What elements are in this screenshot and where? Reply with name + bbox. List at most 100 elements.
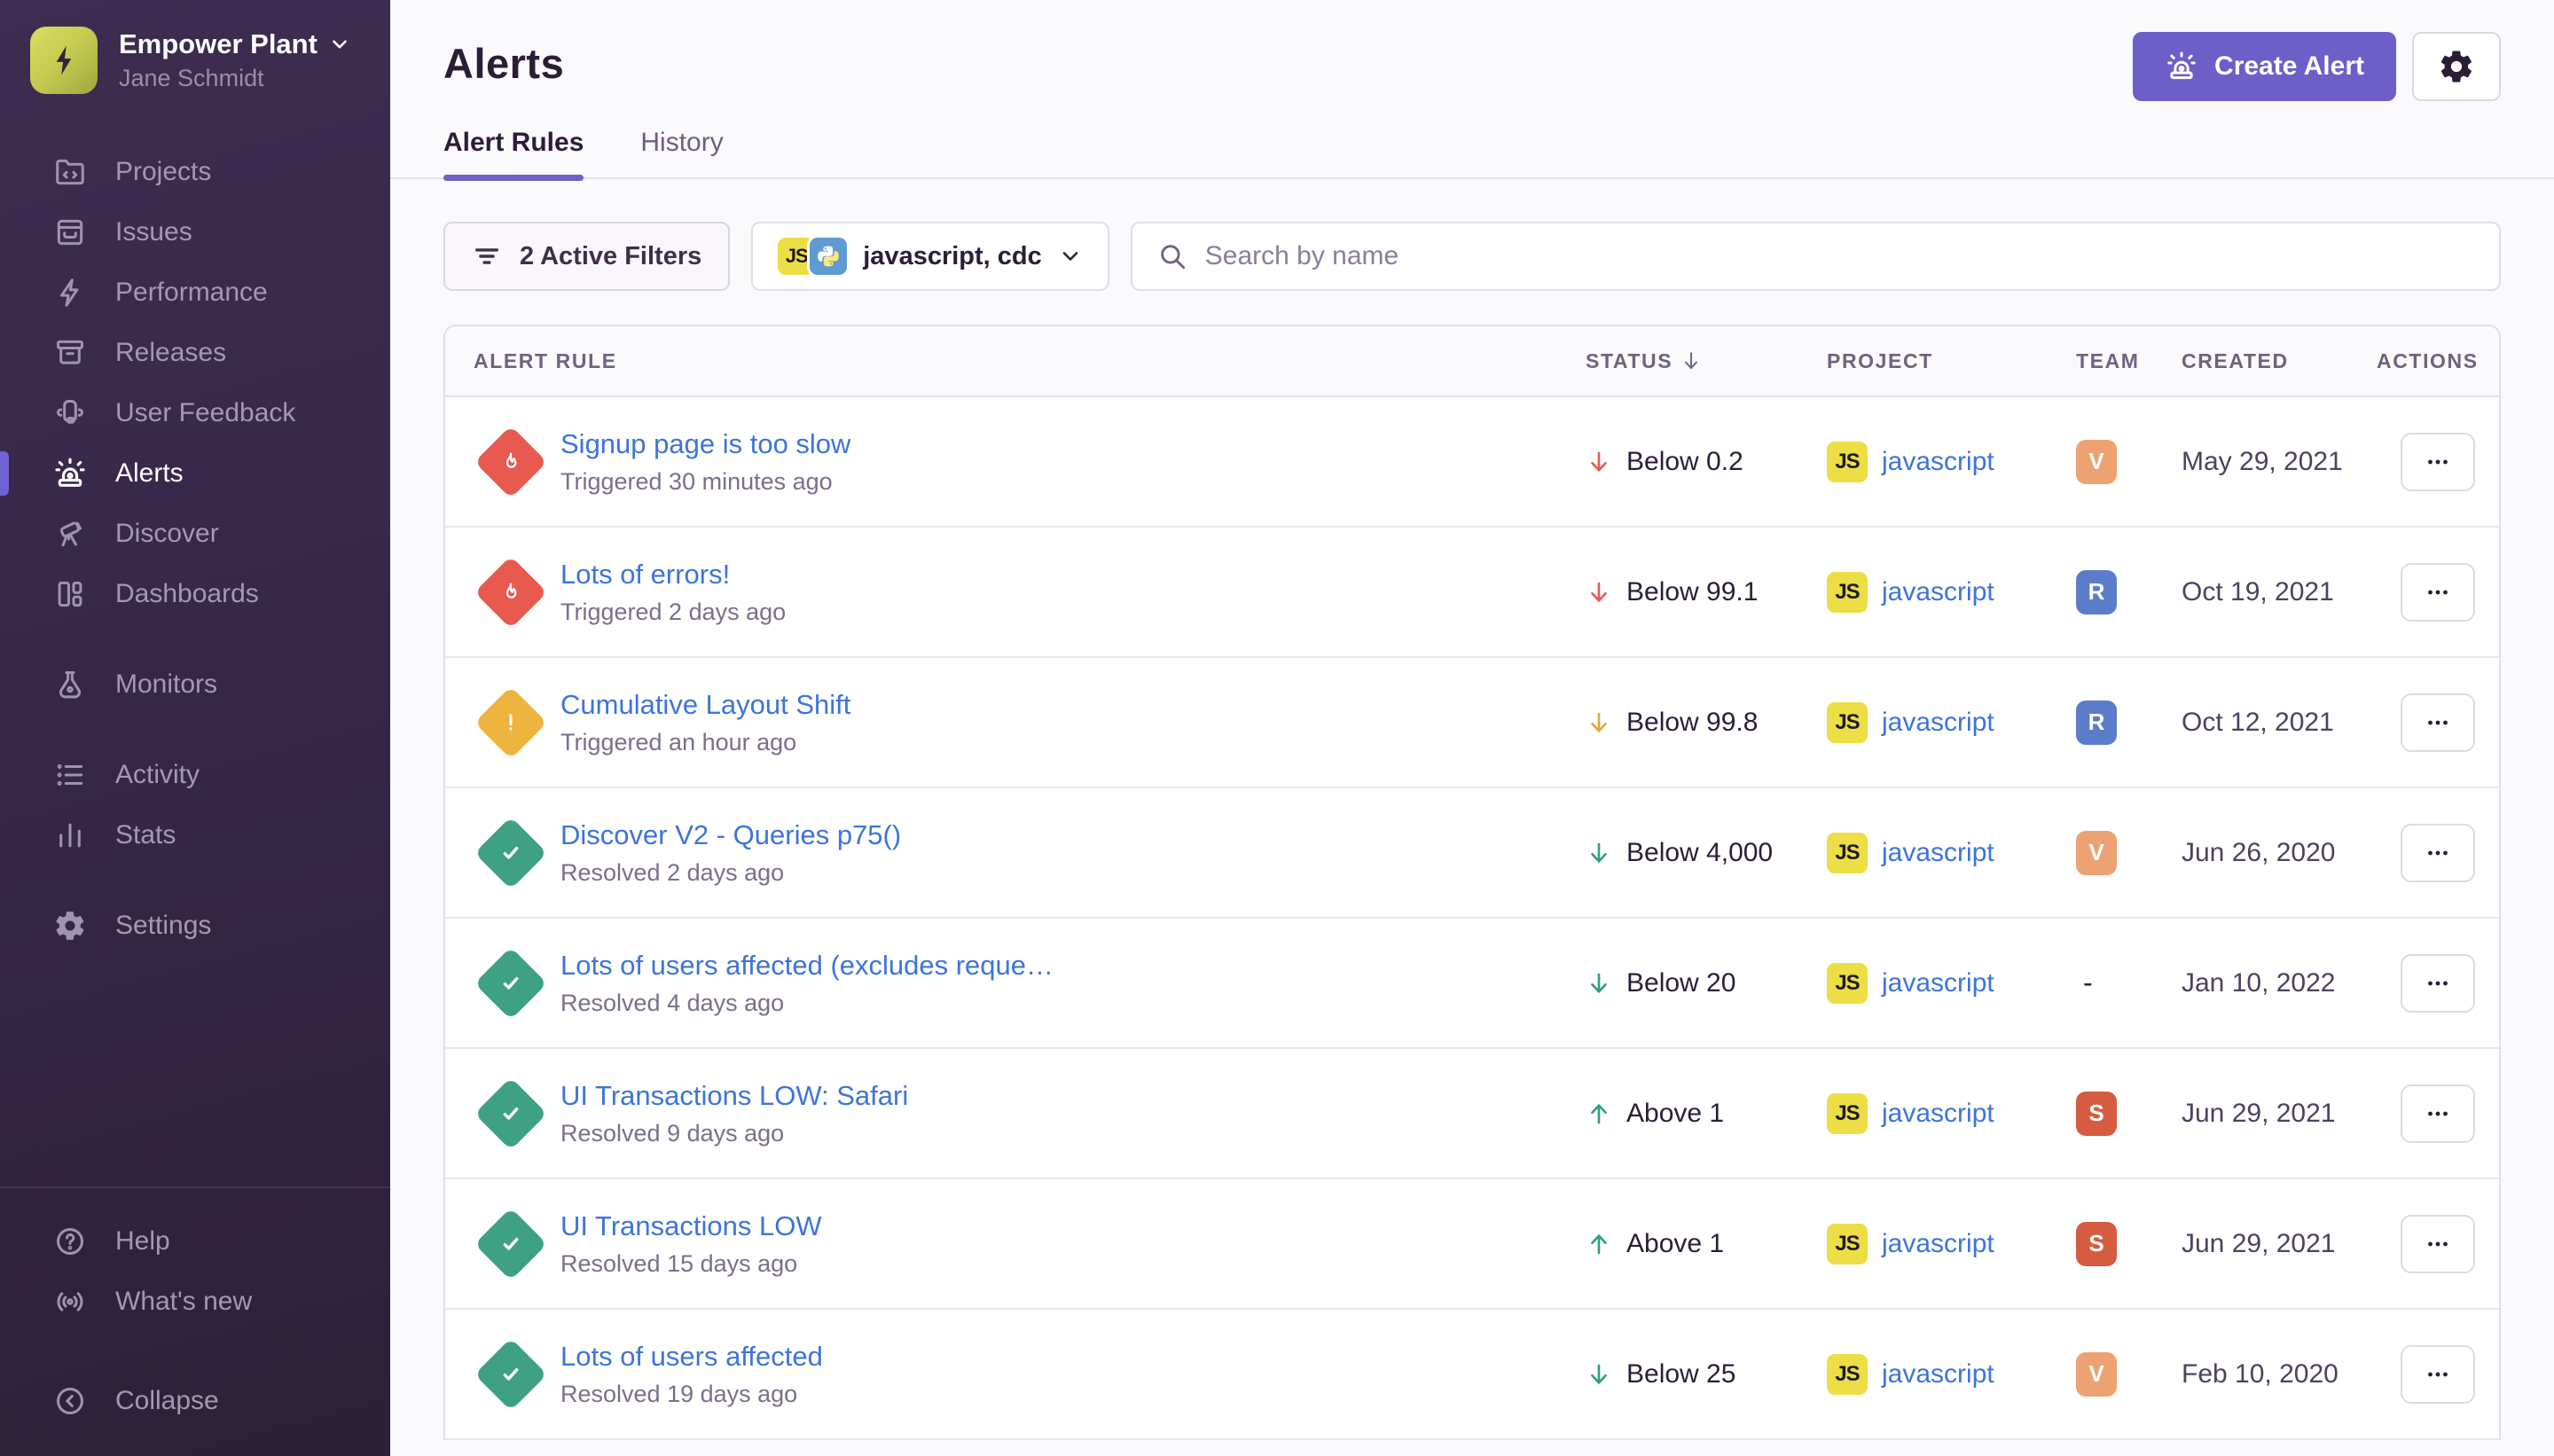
col-project[interactable]: PROJECT xyxy=(1827,349,2076,373)
project-link[interactable]: javascript xyxy=(1882,708,1994,738)
active-filters-button[interactable]: 2 Active Filters xyxy=(443,222,730,291)
project-link[interactable]: javascript xyxy=(1882,1229,1994,1259)
sidebar-item-user-feedback[interactable]: User Feedback xyxy=(0,383,390,443)
col-created[interactable]: CREATED xyxy=(2182,349,2377,373)
table-row: UI Transactions LOW Resolved 15 days ago… xyxy=(445,1179,2499,1310)
page-title: Alerts xyxy=(443,39,564,88)
created-date: Jun 29, 2021 xyxy=(2182,1099,2377,1129)
alert-rule-link[interactable]: Signup page is too slow xyxy=(560,428,850,460)
alert-rule-link[interactable]: UI Transactions LOW: Safari xyxy=(560,1080,908,1112)
sidebar-item-stats[interactable]: Stats xyxy=(0,805,390,865)
alert-rule-detail: Resolved 9 days ago xyxy=(560,1120,908,1147)
status-value: Below 25 xyxy=(1626,1359,1735,1389)
chevron-down-icon xyxy=(1058,244,1083,269)
col-team[interactable]: TEAM xyxy=(2076,349,2182,373)
ellipsis-icon xyxy=(2423,577,2453,607)
sidebar-item-performance[interactable]: Performance xyxy=(0,262,390,323)
col-status[interactable]: STATUS xyxy=(1586,349,1827,373)
project-selector[interactable]: JS javascript, cdc xyxy=(751,222,1109,291)
table-row: Lots of users affected (excludes reque… … xyxy=(445,919,2499,1049)
status-value: Below 99.1 xyxy=(1626,577,1758,607)
table-row: Lots of errors! Triggered 2 days ago Bel… xyxy=(445,528,2499,658)
ellipsis-icon xyxy=(2423,1359,2453,1389)
sidebar-item-label: Issues xyxy=(115,217,192,247)
chevron-down-icon xyxy=(328,33,351,56)
team-avatar-badge: R xyxy=(2076,701,2117,745)
stats-icon xyxy=(51,817,89,854)
created-date: Jun 26, 2020 xyxy=(2182,838,2377,868)
tab-alert-rules[interactable]: Alert Rules xyxy=(443,128,584,177)
row-actions-button[interactable] xyxy=(2401,563,2475,622)
sidebar-item-label: Activity xyxy=(115,760,200,790)
sidebar-item-label: What's new xyxy=(115,1287,252,1317)
settings-gear-button[interactable] xyxy=(2412,32,2501,101)
row-actions-button[interactable] xyxy=(2401,824,2475,882)
status-cell: Above 1 xyxy=(1586,1226,1827,1262)
status-cell: Below 20 xyxy=(1586,966,1827,1001)
team-cell: V xyxy=(2076,1352,2182,1397)
sidebar-item-activity[interactable]: Activity xyxy=(0,745,390,805)
project-cell: JS javascript xyxy=(1827,702,2076,743)
active-indicator-bar xyxy=(0,451,9,496)
sidebar-item-help[interactable]: Help xyxy=(0,1211,390,1272)
row-actions-button[interactable] xyxy=(2401,1345,2475,1404)
resolved-diamond-icon xyxy=(474,1076,547,1149)
org-name: Empower Plant xyxy=(119,27,317,62)
alert-rule-detail: Triggered an hour ago xyxy=(560,729,850,756)
sidebar-item-monitors[interactable]: Monitors xyxy=(0,654,390,715)
no-team-dash: - xyxy=(2076,967,2093,998)
project-link[interactable]: javascript xyxy=(1882,838,1994,868)
status-value: Below 99.8 xyxy=(1626,708,1758,738)
project-link[interactable]: javascript xyxy=(1882,447,1994,477)
sidebar-item-issues[interactable]: Issues xyxy=(0,202,390,262)
arrow-down-icon xyxy=(1586,1357,1612,1392)
project-link[interactable]: javascript xyxy=(1882,1099,1994,1129)
col-actions: ACTIONS xyxy=(2377,349,2499,373)
project-cell: JS javascript xyxy=(1827,1354,2076,1395)
row-actions-button[interactable] xyxy=(2401,433,2475,491)
ellipsis-icon xyxy=(2423,708,2453,738)
ellipsis-icon xyxy=(2423,447,2453,477)
alert-rule-link[interactable]: UI Transactions LOW xyxy=(560,1210,822,1242)
row-actions-button[interactable] xyxy=(2401,954,2475,1013)
project-cell: JS javascript xyxy=(1827,833,2076,873)
project-link[interactable]: javascript xyxy=(1882,577,1994,607)
sidebar-item-projects[interactable]: Projects xyxy=(0,142,390,202)
create-alert-button[interactable]: Create Alert xyxy=(2133,32,2396,101)
col-alert-rule[interactable]: ALERT RULE xyxy=(445,349,1586,373)
org-switcher[interactable]: Empower Plant Jane Schmidt xyxy=(0,0,390,105)
sidebar-item-discover[interactable]: Discover xyxy=(0,504,390,564)
resolved-diamond-icon xyxy=(474,1207,547,1280)
performance-icon xyxy=(51,274,89,311)
row-actions-button[interactable] xyxy=(2401,1215,2475,1273)
team-avatar-badge: R xyxy=(2076,570,2117,614)
tab-history[interactable]: History xyxy=(640,128,723,177)
sidebar-item-alerts[interactable]: Alerts xyxy=(0,443,390,504)
sidebar-item-what-s-new[interactable]: What's new xyxy=(0,1272,390,1332)
search-input[interactable] xyxy=(1205,241,2474,271)
javascript-logo-icon: JS xyxy=(1827,442,1868,482)
sidebar-item-settings[interactable]: Settings xyxy=(0,896,390,956)
team-cell: S xyxy=(2076,1222,2182,1266)
critical-diamond-icon xyxy=(474,425,547,497)
alert-rule-link[interactable]: Cumulative Layout Shift xyxy=(560,689,850,721)
sidebar-item-label: Dashboards xyxy=(115,579,259,609)
alert-rule-link[interactable]: Lots of users affected (excludes reque… xyxy=(560,950,1054,982)
project-cell: JS javascript xyxy=(1827,963,2076,1004)
row-actions-button[interactable] xyxy=(2401,693,2475,752)
sidebar-item-collapse[interactable]: Collapse xyxy=(0,1371,390,1431)
project-link[interactable]: javascript xyxy=(1882,968,1994,998)
sidebar-item-releases[interactable]: Releases xyxy=(0,323,390,383)
resolved-diamond-icon xyxy=(474,816,547,888)
row-actions-button[interactable] xyxy=(2401,1084,2475,1143)
help-icon xyxy=(51,1223,89,1260)
alert-rule-link[interactable]: Lots of users affected xyxy=(560,1341,823,1373)
alert-rule-link[interactable]: Lots of errors! xyxy=(560,559,786,591)
sidebar-item-dashboards[interactable]: Dashboards xyxy=(0,564,390,624)
ellipsis-icon xyxy=(2423,968,2453,998)
tab-bar: Alert Rules History xyxy=(390,128,2554,179)
alert-rule-link[interactable]: Discover V2 - Queries p75() xyxy=(560,819,901,851)
project-link[interactable]: javascript xyxy=(1882,1359,1994,1389)
sidebar-item-label: Monitors xyxy=(115,669,217,700)
org-logo xyxy=(30,27,98,94)
